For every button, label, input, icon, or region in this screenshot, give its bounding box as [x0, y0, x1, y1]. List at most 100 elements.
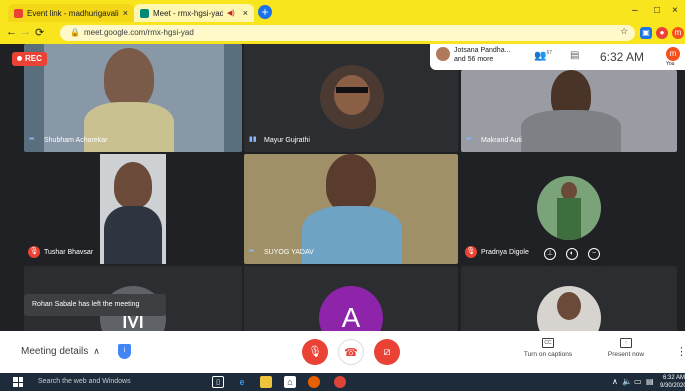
taskbar-clock[interactable]: 6:32 AM 9/30/2020 [660, 374, 685, 390]
chrome-icon[interactable] [334, 376, 346, 388]
participant-name: Pradnya Digole [481, 249, 529, 256]
participant-tile[interactable]: A [244, 266, 458, 331]
network-icon[interactable]: ▭ [634, 377, 642, 386]
record-dot-icon [17, 56, 22, 62]
logo-pane [13, 377, 18, 382]
participant-name: Makrand Auti [481, 137, 522, 144]
participant-tile[interactable]: ▮▮ Mayur Gujrathi [244, 44, 458, 152]
participant-tile[interactable]: ••• Makrand Auti [461, 70, 677, 152]
extension-icon[interactable]: ● [656, 27, 668, 39]
edge-icon[interactable]: e [236, 376, 248, 388]
tab-close-icon[interactable]: × [123, 8, 128, 18]
presenter-name: Jotsana Pandha... [454, 47, 511, 54]
file-explorer-icon[interactable] [260, 376, 272, 388]
clock-time: 6:32 AM [662, 375, 685, 381]
tab-title: Meet - rmx-hgsi-yad [153, 8, 224, 18]
url-text: meet.google.com/rmx-hgsi-yad [83, 28, 194, 37]
recording-badge: REC [12, 52, 47, 66]
present-now-button[interactable]: ↑ Present now [604, 338, 648, 358]
audio-level-icon: ••• [466, 136, 471, 143]
firefox-icon[interactable] [308, 376, 320, 388]
logo-pane [13, 382, 18, 387]
windows-taskbar: Search the web and Windows ▯ e ⌂ ∧ 🔈 ▭ ▤… [0, 373, 685, 391]
captions-button[interactable]: CC Turn on captions [520, 338, 576, 358]
close-window-button[interactable]: × [672, 5, 678, 16]
extension-icon[interactable]: ▣ [640, 27, 652, 39]
chat-icon[interactable]: ▤ [570, 50, 579, 61]
tab-meet[interactable]: Meet - rmx-hgsi-yad ◀) × [134, 4, 254, 22]
participant-video [326, 154, 376, 212]
tab-event-link[interactable]: Event link - madhurigavali@gm × [8, 4, 134, 22]
captions-label: Turn on captions [523, 351, 573, 358]
more-options-icon[interactable]: ⋮ [676, 345, 685, 358]
participant-name: Mayur Gujrathi [264, 137, 310, 144]
participant-tile[interactable] [461, 266, 677, 331]
hang-up-icon: ☎ [344, 347, 358, 359]
speaker-icon: ◀) [227, 10, 235, 17]
tray-chevron-icon[interactable]: ∧ [612, 377, 618, 386]
meeting-details-button[interactable]: Meeting details ∧ [21, 346, 100, 357]
speaking-indicator-icon: ▮▮ [249, 136, 257, 143]
video-body [104, 206, 162, 264]
tile-hover-controls: ⊥ ◐ − [538, 242, 606, 266]
bookmark-star-icon[interactable]: ☆ [620, 26, 628, 37]
participant-name: SUYOG YADAV [264, 249, 314, 256]
maximize-button[interactable]: □ [654, 5, 660, 16]
video-face [114, 162, 152, 208]
mic-off-icon: 🎙 [28, 246, 40, 258]
audio-level-icon: ••• [249, 248, 254, 255]
reload-icon[interactable]: ⟳ [35, 26, 44, 39]
store-icon[interactable]: ⌂ [284, 376, 296, 388]
remove-participant-icon[interactable]: − [588, 248, 600, 260]
presenter-more: and 56 more [454, 56, 494, 63]
participant-count: 67 [546, 50, 553, 56]
notification-toast: Rohan Sabale has left the meeting [24, 294, 166, 316]
people-button[interactable]: 👥67 [534, 50, 552, 61]
avatar [537, 176, 601, 240]
self-avatar[interactable]: m [666, 47, 680, 61]
participant-video [521, 110, 621, 152]
meeting-details-label: Meeting details [21, 346, 89, 357]
avatar-body [557, 198, 581, 240]
meet-icon [140, 8, 149, 18]
meet-video-grid: ••• Shubham Acharekar ▮▮ Mayur Gujrathi … [0, 44, 685, 331]
url-input[interactable]: 🔒 meet.google.com/rmx-hgsi-yad [60, 25, 635, 41]
taskbar-search-input[interactable]: Search the web and Windows [30, 375, 200, 389]
forward-icon[interactable]: → [20, 26, 31, 38]
present-icon: ↑ [620, 338, 632, 348]
participant-tile[interactable]: ••• Shubham Acharekar [24, 44, 242, 152]
avatar [320, 65, 384, 129]
participant-video [302, 206, 402, 264]
camera-toggle-button[interactable]: ⧄ [374, 339, 400, 365]
address-bar-row: ← → ⟳ 🔒 meet.google.com/rmx-hgsi-yad ☆ ▣ … [0, 22, 685, 44]
present-label: Present now [607, 351, 645, 358]
presenter-avatar [436, 47, 450, 61]
windows-start-icon[interactable] [13, 377, 23, 387]
new-tab-button[interactable]: + [258, 5, 272, 19]
mute-participant-icon[interactable]: ◐ [566, 248, 578, 260]
participant-tile[interactable]: ••• SUYOG YADAV [244, 154, 458, 264]
microphone-toggle-button[interactable]: 🎙 [302, 339, 328, 365]
avatar-face [334, 75, 370, 115]
pin-icon[interactable]: ⊥ [544, 248, 556, 260]
lock-icon: 🔒 [70, 28, 80, 37]
leave-call-button[interactable]: ☎ [338, 339, 364, 365]
profile-avatar[interactable]: m [672, 27, 684, 39]
minimize-button[interactable]: – [632, 5, 638, 16]
task-view-icon[interactable]: ▯ [212, 376, 224, 388]
security-shield-icon[interactable]: i [118, 344, 131, 359]
camera-off-icon: ⧄ [383, 346, 391, 358]
notifications-icon[interactable]: ▤ [646, 377, 654, 386]
volume-icon[interactable]: 🔈 [622, 377, 632, 386]
captions-icon: CC [542, 338, 554, 348]
tab-close-icon[interactable]: × [243, 8, 248, 18]
meeting-clock: 6:32 AM [600, 50, 645, 64]
avatar [537, 286, 601, 331]
participant-tile[interactable]: 🎙 Tushar Bhavsar [24, 154, 242, 264]
browser-tab-strip: Event link - madhurigavali@gm × Meet - r… [0, 0, 685, 22]
recording-label: REC [25, 54, 42, 63]
back-icon[interactable]: ← [6, 26, 17, 38]
logo-pane [18, 382, 23, 387]
participant-video [100, 154, 166, 264]
chevron-up-icon: ∧ [93, 346, 100, 356]
